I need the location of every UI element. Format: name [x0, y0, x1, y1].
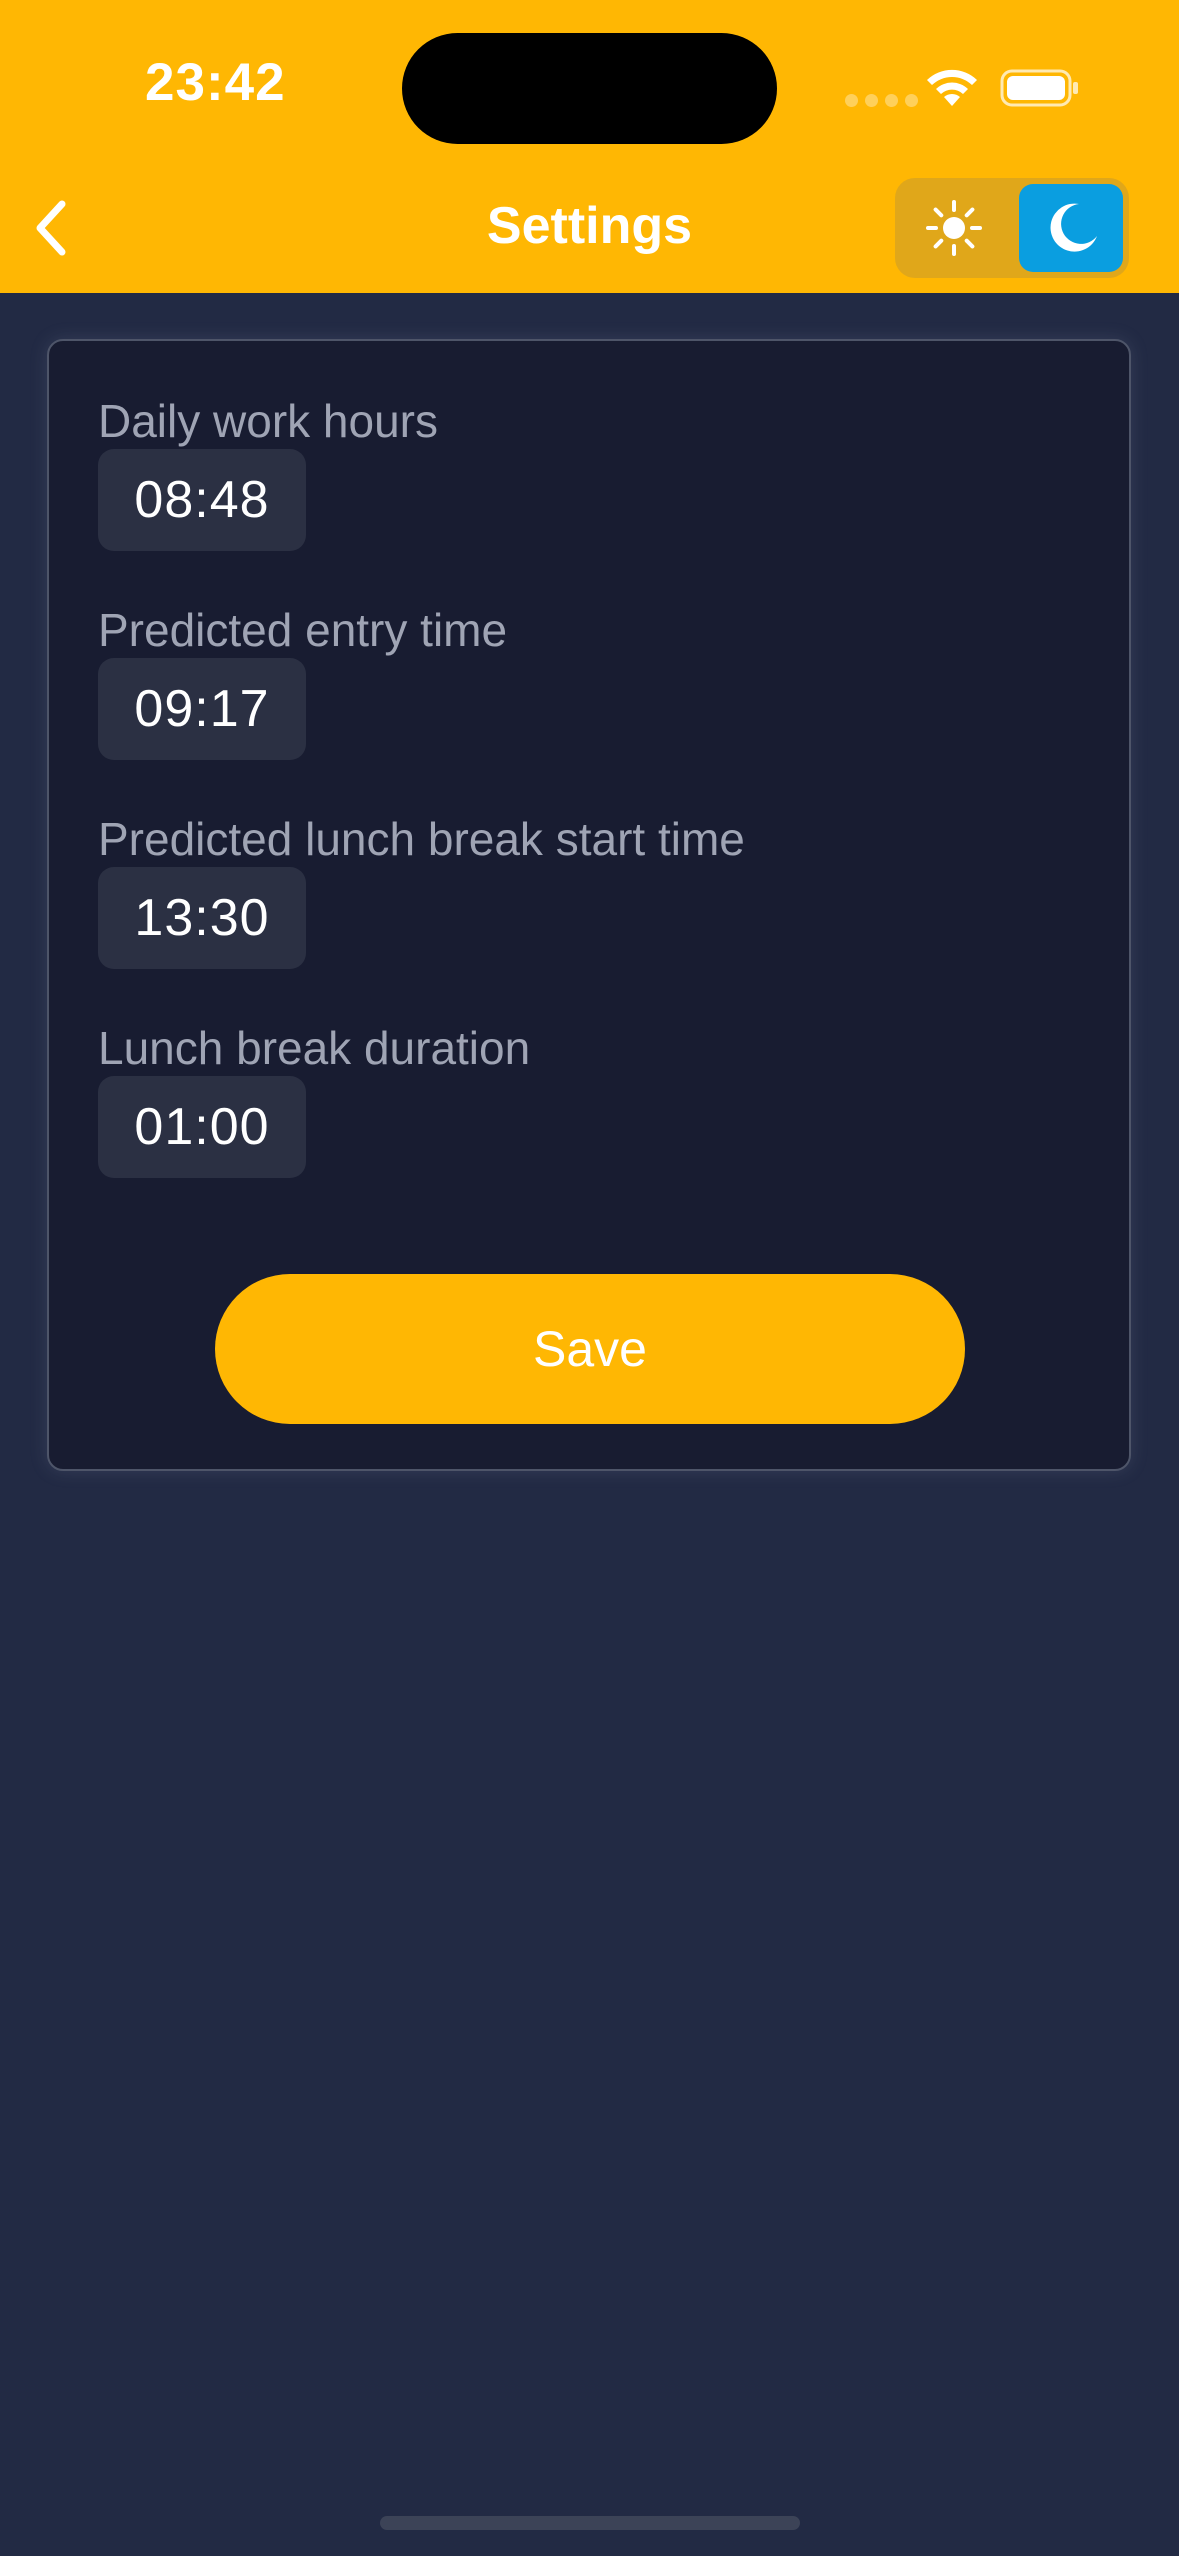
- lunch-start-field[interactable]: 13:30: [98, 867, 306, 969]
- daily-work-hours-field[interactable]: 08:48: [98, 449, 306, 551]
- save-button[interactable]: Save: [215, 1274, 965, 1424]
- dynamic-island: [402, 33, 777, 144]
- entry-time-label: Predicted entry time: [98, 604, 508, 656]
- header-bar: 23:42 Settings: [0, 0, 1179, 293]
- moon-icon: [1050, 203, 1097, 252]
- theme-toggle[interactable]: [895, 178, 1129, 278]
- daily-work-hours-label: Daily work hours: [98, 395, 438, 447]
- sun-icon: [925, 200, 982, 256]
- theme-light-option[interactable]: [895, 178, 1012, 278]
- lunch-duration-field[interactable]: 01:00: [98, 1076, 306, 1178]
- settings-card: Daily work hours 08:48 Predicted entry t…: [47, 339, 1131, 1471]
- theme-dark-option[interactable]: [1019, 184, 1123, 272]
- cellular-signal-icon: [845, 94, 918, 107]
- lunch-duration-label: Lunch break duration: [98, 1022, 531, 1074]
- entry-time-field[interactable]: 09:17: [98, 658, 306, 760]
- wifi-icon: [927, 69, 977, 106]
- battery-icon: [1000, 69, 1078, 107]
- home-indicator[interactable]: [380, 2516, 800, 2530]
- status-time: 23:42: [145, 53, 286, 112]
- lunch-start-label: Predicted lunch break start time: [98, 813, 745, 865]
